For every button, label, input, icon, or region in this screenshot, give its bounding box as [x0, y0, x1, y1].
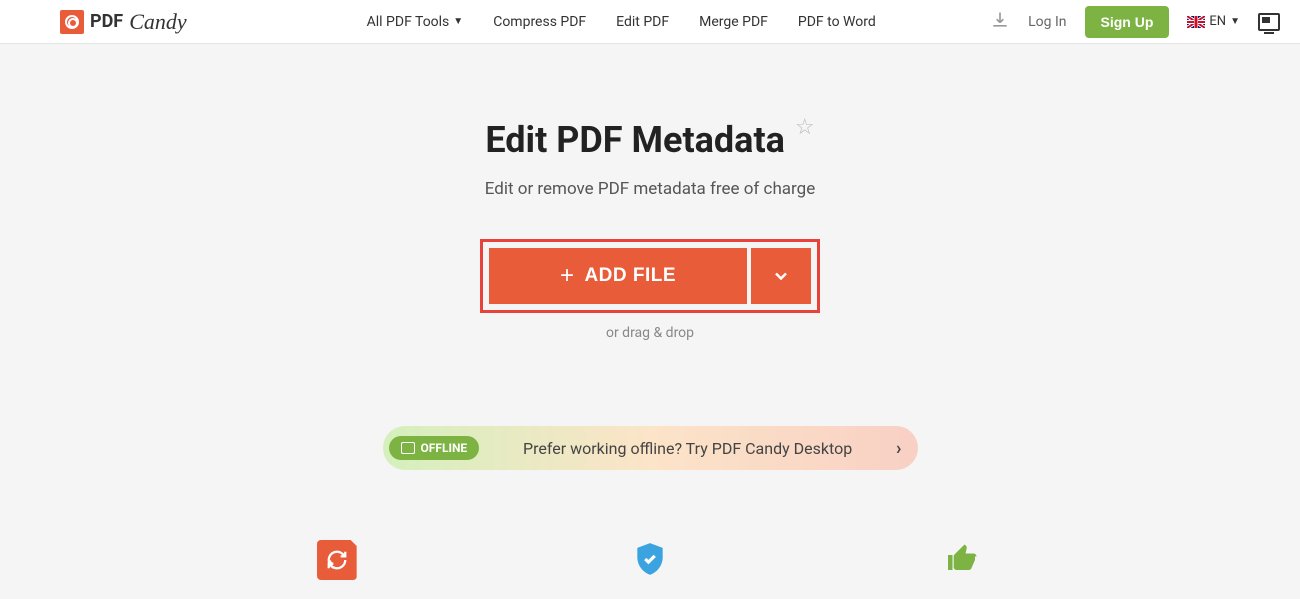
caret-down-icon: ▼ [1230, 16, 1240, 27]
offline-badge-label: OFFLINE [421, 441, 468, 455]
add-file-container: + ADD FILE [480, 239, 820, 313]
desktop-app-icon[interactable] [1258, 13, 1280, 31]
flag-icon [1187, 16, 1205, 28]
add-file-dropdown-button[interactable] [751, 248, 811, 304]
main-content: Edit PDF Metadata ☆ Edit or remove PDF m… [0, 44, 1300, 580]
login-link[interactable]: Log In [1028, 14, 1066, 30]
header: PDF Candy All PDF Tools ▼ Compress PDF Ed… [0, 0, 1300, 44]
offline-banner[interactable]: OFFLINE Prefer working offline? Try PDF … [383, 426, 918, 470]
sync-feature-icon [317, 540, 357, 580]
nav-label: All PDF Tools [367, 14, 450, 30]
logo-text-pdf: PDF [90, 11, 123, 32]
shield-feature-icon [630, 540, 670, 580]
nav-compress-pdf[interactable]: Compress PDF [493, 14, 586, 30]
plus-icon: + [560, 262, 575, 290]
download-icon[interactable] [990, 10, 1010, 34]
logo-text-candy: Candy [129, 9, 186, 35]
thumbs-up-feature-icon [943, 540, 983, 580]
logo[interactable]: PDF Candy [60, 9, 187, 35]
signup-button[interactable]: Sign Up [1085, 6, 1170, 38]
nav-edit-pdf[interactable]: Edit PDF [616, 14, 669, 30]
page-subtitle: Edit or remove PDF metadata free of char… [0, 179, 1300, 199]
add-file-label: ADD FILE [584, 265, 676, 287]
language-selector[interactable]: EN ▼ [1187, 14, 1240, 29]
favorite-star-icon[interactable]: ☆ [795, 115, 815, 140]
nav-pdf-to-word[interactable]: PDF to Word [798, 14, 876, 30]
logo-icon [60, 10, 84, 34]
main-nav: All PDF Tools ▼ Compress PDF Edit PDF Me… [367, 14, 876, 30]
lang-code: EN [1209, 14, 1226, 29]
drag-drop-text: or drag & drop [0, 325, 1300, 341]
page-title: Edit PDF Metadata [485, 119, 785, 161]
offline-text: Prefer working offline? Try PDF Candy De… [491, 439, 884, 458]
caret-down-icon: ▼ [453, 16, 463, 27]
feature-icons-row [0, 540, 1300, 580]
monitor-icon [401, 442, 415, 454]
nav-all-pdf-tools[interactable]: All PDF Tools ▼ [367, 14, 464, 30]
header-right: Log In Sign Up EN ▼ [990, 6, 1280, 38]
chevron-right-icon: › [896, 438, 901, 459]
chevron-down-icon [771, 266, 791, 286]
add-file-button[interactable]: + ADD FILE [489, 248, 747, 304]
offline-badge: OFFLINE [389, 436, 480, 460]
nav-merge-pdf[interactable]: Merge PDF [699, 14, 768, 30]
title-row: Edit PDF Metadata ☆ [0, 119, 1300, 161]
